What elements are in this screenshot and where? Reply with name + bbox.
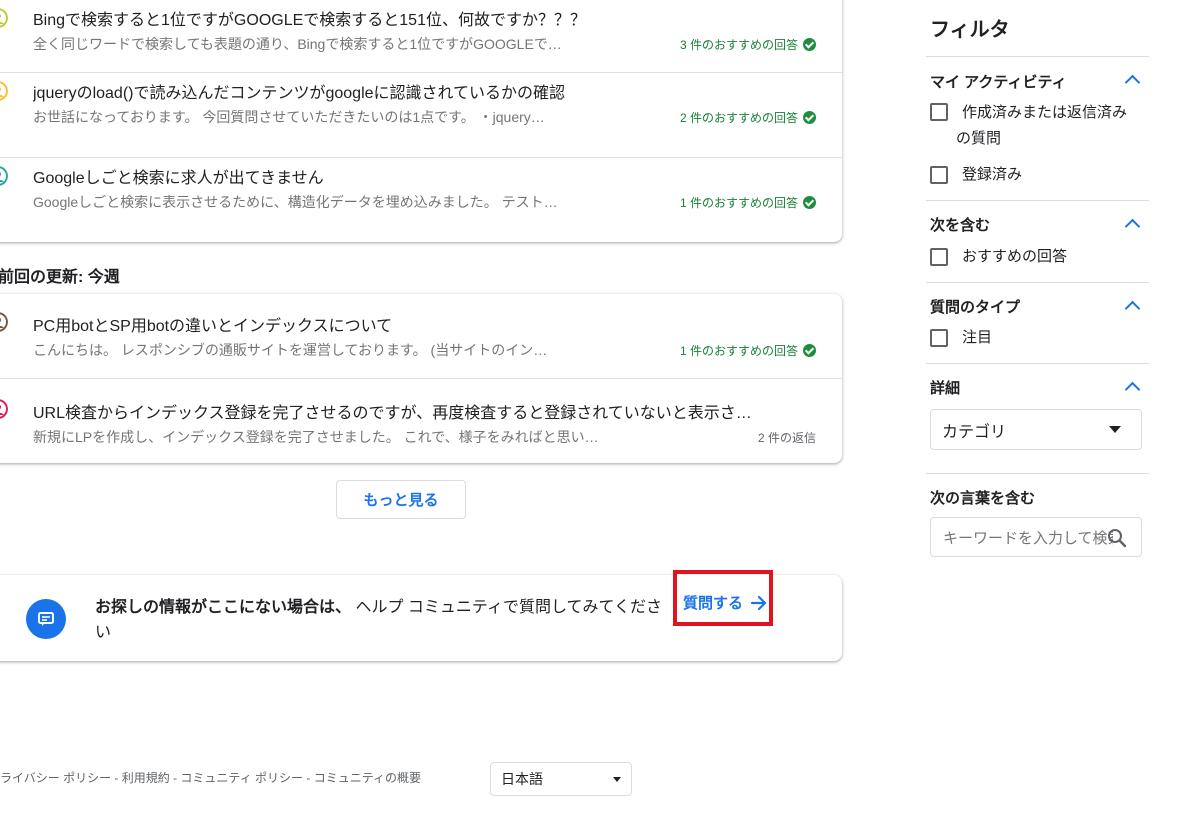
thread-card-group-2: PC用botとSP用botの違いとインデックスについて こんにちは。 レスポンシ…: [0, 294, 842, 463]
answer-count-label: 3 件のおすすめの回答: [679, 38, 798, 52]
show-more-button[interactable]: もっと見る: [336, 480, 466, 519]
check-icon: [803, 196, 816, 209]
checkbox-label: 注目: [962, 329, 993, 346]
checkbox-recommended-answer[interactable]: [930, 248, 948, 266]
thread-item[interactable]: Googleしごと検索に求人が出てきません Googleしごと検索に表示させるた…: [0, 158, 842, 242]
category-select[interactable]: カテゴリ: [930, 409, 1142, 450]
thread-answer-count: 1 件のおすすめの回答: [680, 194, 816, 211]
footer-links[interactable]: ライバシー ポリシー - 利用規約 - コミュニティ ポリシー - コミュニティ…: [0, 769, 421, 786]
checkbox-created-or-replied[interactable]: [930, 103, 948, 121]
divider: [926, 56, 1149, 57]
check-icon: [803, 111, 816, 124]
checkbox-label: の質問: [956, 130, 1002, 147]
divider: [926, 363, 1149, 364]
filter-heading-question-type[interactable]: 質問のタイプ: [930, 296, 1020, 317]
ask-question-label: 質問する: [683, 595, 744, 612]
thread-answer-count: 2 件のおすすめの回答: [680, 109, 816, 126]
thread-snippet: 全く同じワードで検索しても表題の通り、Bingで検索すると1位ですがGOOGLE…: [33, 36, 562, 52]
check-icon: [803, 344, 816, 357]
checkbox-subscribed[interactable]: [930, 166, 948, 184]
divider: [926, 473, 1149, 474]
keyword-input[interactable]: [931, 518, 1115, 556]
help-community-card: お探しの情報がここにない場合は、 ヘルプ コミュニティで質問してみてください: [0, 575, 842, 661]
dropdown-arrow-icon: [613, 777, 621, 782]
thread-snippet: 新規にLPを作成し、インデックス登録を完了させました。 これで、様子をみればと思…: [33, 429, 603, 445]
dropdown-arrow-icon: [1109, 426, 1121, 433]
answer-count-label: 2 件のおすすめの回答: [679, 111, 798, 125]
divider: [926, 200, 1149, 201]
thread-title[interactable]: jqueryのload()で読み込んだコンテンツがgoogleに認識されているか…: [33, 79, 565, 103]
answer-count-label: 1 件のおすすめの回答: [679, 196, 798, 210]
filter-heading-details[interactable]: 詳細: [930, 377, 960, 398]
thread-answer-count: 3 件のおすすめの回答: [680, 36, 816, 53]
filter-heading-keyword: 次の言葉を含む: [930, 490, 1036, 507]
checkbox-featured[interactable]: [930, 329, 948, 347]
user-avatar-icon: [0, 8, 8, 28]
reply-count-label: 2 件の返信: [757, 431, 816, 445]
search-icon[interactable]: [1107, 528, 1127, 548]
checkbox-label: 作成済みまたは返信済み: [962, 104, 1128, 121]
thread-card-group-1: Bingで検索すると1位ですがGOOGLEで検索すると151位、何故ですか？？？…: [0, 0, 842, 242]
keyword-search-field[interactable]: [930, 517, 1142, 557]
thread-item[interactable]: Bingで検索すると1位ですがGOOGLEで検索すると151位、何故ですか？？？…: [0, 0, 842, 73]
checkbox-label: おすすめの回答: [962, 248, 1068, 265]
chevron-up-icon[interactable]: [1124, 300, 1141, 317]
chevron-up-icon[interactable]: [1124, 74, 1141, 91]
filter-title: フィルタ: [930, 19, 1010, 41]
thread-title[interactable]: URL検査からインデックス登録を完了させるのですが、再度検査すると登録されていな…: [33, 399, 752, 423]
thread-title[interactable]: Googleしごと検索に求人が出てきません: [33, 164, 324, 188]
thread-title[interactable]: PC用botとSP用botの違いとインデックスについて: [33, 312, 392, 336]
user-avatar-icon: [0, 166, 8, 186]
checkbox-label: 登録済み: [962, 166, 1023, 183]
filter-heading-my-activity[interactable]: マイ アクティビティ: [930, 71, 1067, 92]
language-select[interactable]: 日本語: [490, 762, 632, 796]
thread-item[interactable]: PC用botとSP用botの違いとインデックスについて こんにちは。 レスポンシ…: [0, 294, 842, 379]
thread-item[interactable]: jqueryのload()で読み込んだコンテンツがgoogleに認識されているか…: [0, 73, 842, 158]
help-message-bold: お探しの情報がここにない場合は、: [95, 599, 352, 616]
section-label-this-week: 前回の更新: 今週: [0, 269, 120, 286]
thread-answer-count: 1 件のおすすめの回答: [680, 342, 816, 359]
thread-title[interactable]: Bingで検索すると1位ですがGOOGLEで検索すると151位、何故ですか？？？: [33, 6, 586, 30]
arrow-right-icon: [750, 595, 767, 610]
user-avatar-icon: [0, 312, 8, 332]
filter-heading-contains[interactable]: 次を含む: [930, 214, 990, 235]
category-value: カテゴリ: [942, 423, 1007, 441]
thread-snippet: お世話になっております。 今回質問させていただきたいのは1点です。 ・jquer…: [33, 109, 545, 125]
user-avatar-icon: [0, 399, 8, 419]
divider: [926, 282, 1149, 283]
check-icon: [803, 38, 816, 51]
ask-question-link[interactable]: 質問する: [683, 592, 769, 613]
chevron-up-icon[interactable]: [1124, 381, 1141, 398]
chevron-up-icon[interactable]: [1124, 218, 1141, 235]
help-message: お探しの情報がここにない場合は、 ヘルプ コミュニティで質問してみてください: [95, 595, 675, 645]
language-value: 日本語: [501, 771, 543, 787]
thread-reply-count: 2 件の返信: [758, 429, 816, 446]
thread-snippet: こんにちは。 レスポンシブの通販サイトを運営しております。 (当サイトのイン…: [33, 342, 548, 358]
thread-snippet: Googleしごと検索に表示させるために、構造化データを埋め込みました。 テスト…: [33, 194, 558, 210]
chat-bubble-icon: [26, 599, 66, 639]
answer-count-label: 1 件のおすすめの回答: [679, 344, 798, 358]
user-avatar-icon: [0, 81, 8, 101]
thread-item[interactable]: URL検査からインデックス登録を完了させるのですが、再度検査すると登録されていな…: [0, 379, 842, 463]
